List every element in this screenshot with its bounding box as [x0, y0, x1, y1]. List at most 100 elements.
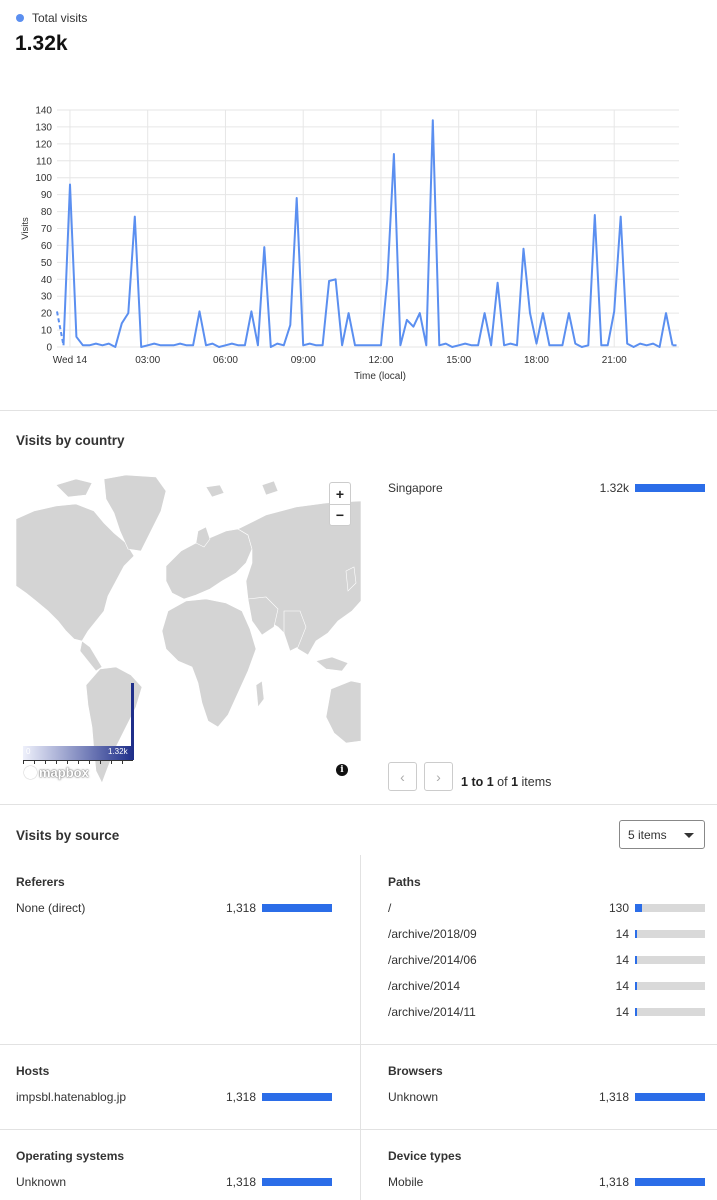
y-tick-label: 10 — [41, 326, 53, 337]
x-tick-label: 06:00 — [213, 355, 238, 366]
referers-row-bar-track — [262, 904, 332, 912]
visits-line-chart[interactable]: 0 10 20 30 40 50 60 70 80 90 100 110 120 130 140 Wed 14… — [0, 95, 717, 395]
world-map[interactable]: + − 0 1.32k mapbox i — [16, 471, 361, 791]
total-visits-value: 1.32k — [15, 32, 68, 55]
pager-of-word: of — [497, 775, 508, 789]
device-types-row-label: Mobile — [388, 1175, 424, 1189]
items-count-select-value: 5 items — [628, 828, 667, 842]
visits-series-partial-segment — [56, 311, 65, 346]
items-count-select[interactable]: 5 items — [619, 820, 705, 849]
browsers-row-bar-fill — [635, 1093, 705, 1101]
y-tick-label: 70 — [41, 224, 53, 235]
north-america-shape — [16, 503, 135, 642]
device-types-title: Device types — [388, 1149, 462, 1163]
mapbox-logo[interactable]: mapbox — [24, 765, 89, 780]
paths-row-bar-track — [635, 956, 705, 964]
paths-row-bar-fill — [635, 982, 637, 990]
paths-row-label: /archive/2014/06 — [388, 953, 477, 967]
country-row-value: 1.32k — [599, 481, 629, 495]
paths-row-bar-fill — [635, 930, 637, 938]
y-tick-label: 60 — [41, 241, 53, 252]
referers-row-bar-fill — [262, 904, 332, 912]
paths-row-value: 14 — [615, 927, 629, 941]
y-tick-label: 20 — [41, 309, 53, 320]
mapbox-logo-icon — [24, 766, 37, 779]
country-section-title: Visits by country — [16, 433, 125, 448]
x-tick-label: 03:00 — [135, 355, 160, 366]
mapbox-logo-text: mapbox — [39, 765, 89, 780]
paths-row-bar-fill — [635, 1008, 637, 1016]
device-types-row-bar-track — [635, 1178, 705, 1186]
x-tick-label: 21:00 — [602, 355, 627, 366]
country-row-bar-fill — [635, 484, 705, 492]
paths-row-bar-fill — [635, 956, 637, 964]
zoom-out-button[interactable]: − — [329, 504, 351, 526]
arctic-islands-shape — [55, 478, 93, 498]
paths-row-bar-track — [635, 1008, 705, 1016]
y-tick-label: 90 — [41, 190, 53, 201]
y-tick-label: 0 — [46, 343, 52, 354]
y-tick-label: 130 — [35, 122, 52, 133]
pager-range-to: 1 — [486, 775, 494, 789]
chart-legend[interactable]: Total visits — [16, 11, 87, 25]
browsers-row-label: Unknown — [388, 1090, 439, 1104]
colorbar-min-label: 0 — [26, 747, 31, 756]
country-row-bar-track — [635, 484, 705, 492]
y-tick-label: 110 — [36, 156, 52, 167]
y-tick-label: 100 — [35, 173, 52, 184]
central-america-shape — [79, 640, 103, 672]
y-tick-label: 50 — [41, 258, 53, 269]
x-tick-label: 09:00 — [291, 355, 316, 366]
source-column-divider — [360, 855, 361, 1200]
source-section-title: Visits by source — [16, 828, 120, 843]
x-tick-label: 15:00 — [446, 355, 471, 366]
browsers-row-bar-track — [635, 1093, 705, 1101]
paths-row-value: 14 — [615, 979, 629, 993]
colorbar-max-label: 1.32k — [108, 747, 128, 756]
y-axis-label: Visits — [20, 217, 31, 240]
operating-systems-row-bar-fill — [262, 1178, 332, 1186]
paths-row-bar-track — [635, 930, 705, 938]
paths-row-bar-track — [635, 982, 705, 990]
referers-row-value: 1,318 — [225, 901, 256, 915]
svalbard-shape — [261, 480, 279, 496]
device-types-row-value: 1,318 — [598, 1175, 629, 1189]
world-map-shapes — [16, 474, 361, 784]
hosts-row-bar-fill — [262, 1093, 332, 1101]
paths-row-bar-track — [635, 904, 705, 912]
paths-row-label: /archive/2014 — [388, 979, 461, 993]
source-row-divider-1 — [0, 1044, 717, 1045]
pager-items-word: items — [521, 775, 552, 789]
paths-title: Paths — [388, 875, 421, 889]
attribution-info-icon[interactable]: i — [336, 764, 348, 776]
y-tick-label: 140 — [35, 106, 52, 117]
x-tick-label: 18:00 — [524, 355, 549, 366]
browsers-title: Browsers — [388, 1064, 443, 1078]
browsers-row-value: 1,318 — [598, 1090, 629, 1104]
zoom-in-button[interactable]: + — [329, 482, 351, 504]
madagascar-shape — [255, 680, 265, 708]
caret-down-icon — [684, 833, 694, 838]
device-types-row-bar-fill — [635, 1178, 705, 1186]
pager-next-button[interactable]: › — [424, 762, 453, 791]
source-row-divider-2 — [0, 1129, 717, 1130]
paths-row-label: / — [388, 901, 392, 915]
pager-total: 1 — [511, 775, 519, 789]
operating-systems-row-value: 1,318 — [225, 1175, 256, 1189]
y-tick-label: 120 — [35, 139, 52, 150]
x-tick-label: 12:00 — [368, 355, 393, 366]
source-section: Visits by source 5 items Referers Paths … — [0, 805, 717, 1200]
y-tick-label: 40 — [41, 275, 53, 286]
pager-prev-button[interactable]: ‹ — [388, 762, 417, 791]
x-axis-label: Time (local) — [354, 371, 406, 382]
pager-summary: 1 to 1 of 1 items — [461, 775, 551, 789]
paths-row-bar-fill — [635, 904, 642, 912]
pager-range-to-word: to — [471, 775, 484, 789]
y-tick-label: 30 — [41, 292, 53, 303]
referers-title: Referers — [16, 875, 65, 889]
africa-shape — [161, 598, 257, 728]
country-section: Visits by country + − 0 1.32k mapbox i S… — [0, 411, 717, 805]
operating-systems-row-label: Unknown — [16, 1175, 67, 1189]
iceland-shape — [205, 484, 225, 498]
operating-systems-row-bar-track — [262, 1178, 332, 1186]
